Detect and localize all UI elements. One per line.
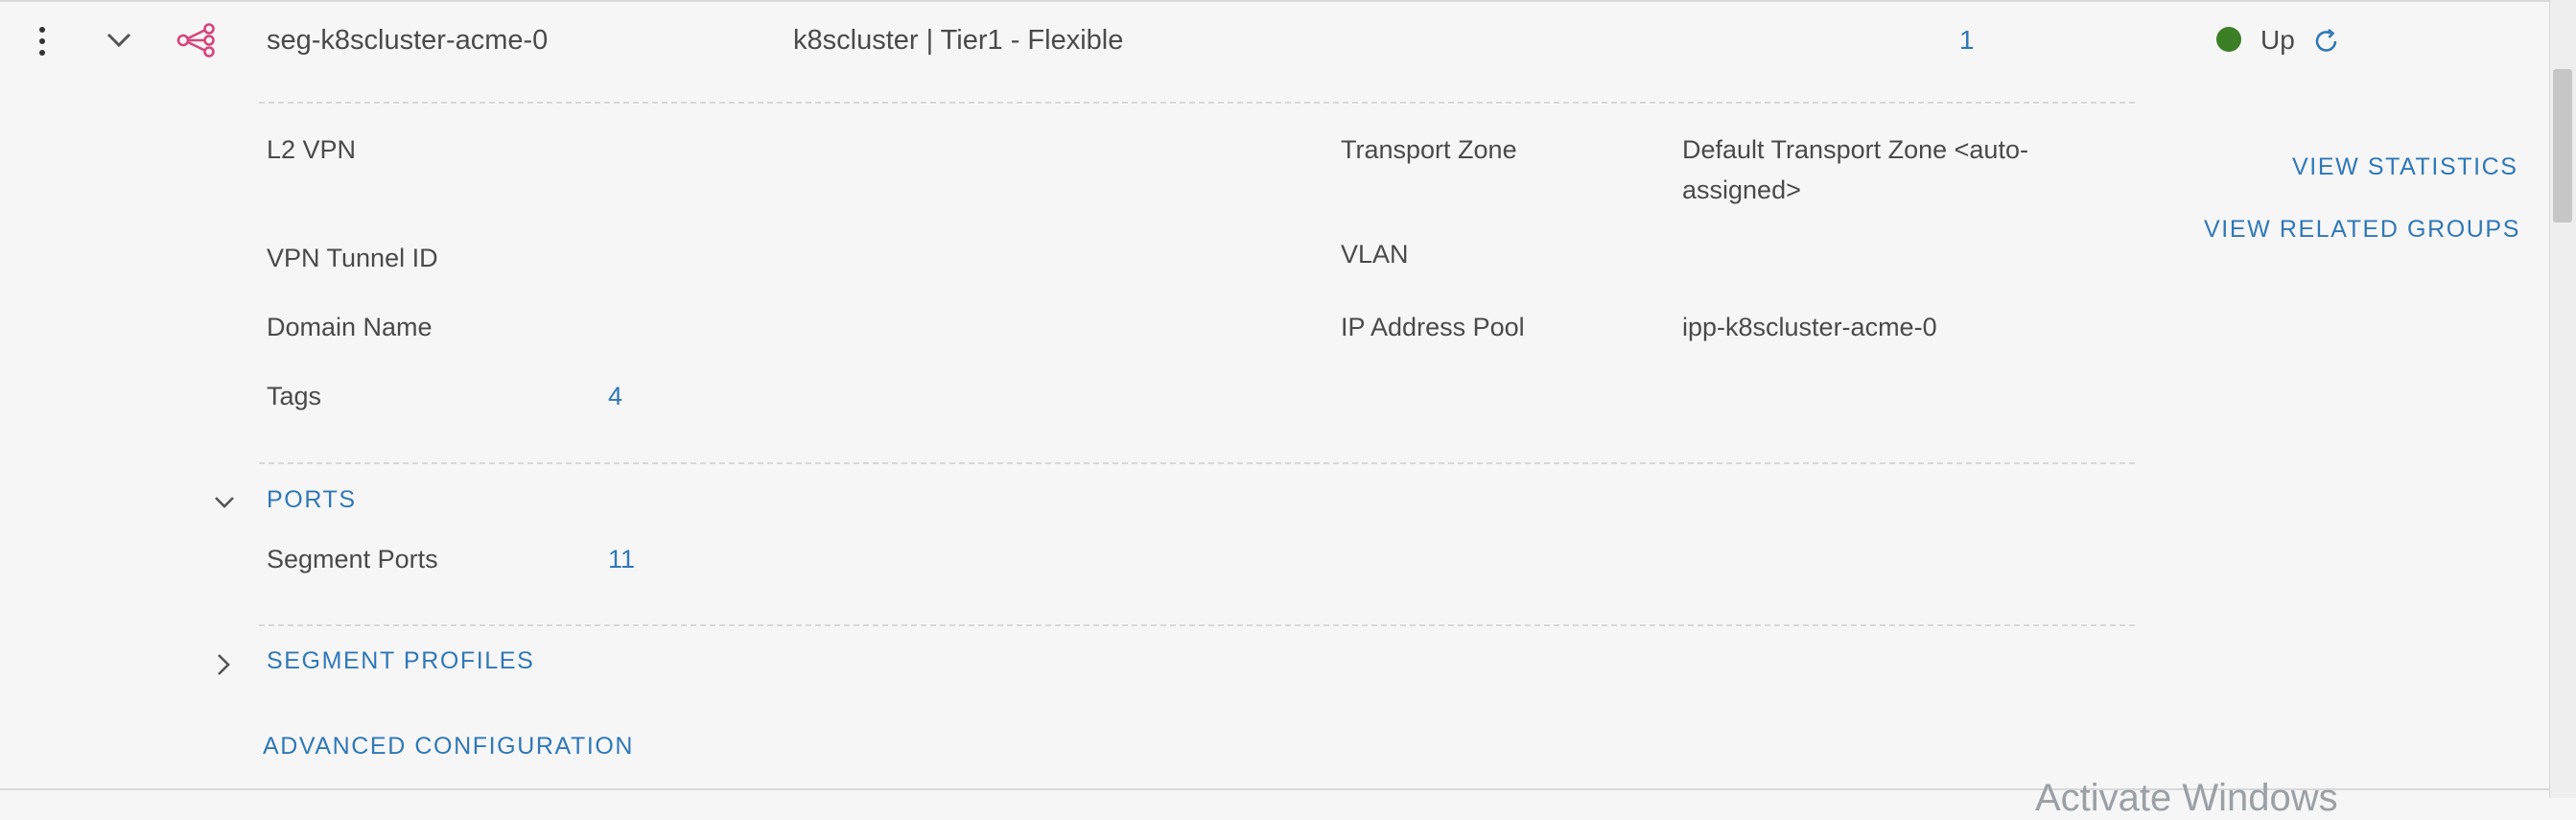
refresh-icon[interactable] [2312, 27, 2341, 56]
ports-count-link[interactable]: 1 [1959, 25, 1975, 56]
tags-label: Tags [267, 382, 322, 410]
segment-name[interactable]: seg-k8scluster-acme-0 [267, 25, 548, 57]
divider [259, 462, 2135, 464]
segment-profiles-section-title[interactable]: SEGMENT PROFILES [267, 647, 534, 675]
chevron-down-icon[interactable] [213, 494, 236, 511]
more-actions-icon[interactable] [39, 27, 45, 61]
transport-zone-label: Transport Zone [1341, 135, 1517, 164]
transport-zone-value-cont: assigned> [1682, 176, 1801, 204]
segment-ports-count-link[interactable]: 11 [608, 545, 635, 574]
segment-ports-label: Segment Ports [267, 545, 438, 574]
view-statistics-button[interactable]: VIEW STATISTICS [2292, 153, 2518, 181]
segment-icon [176, 23, 215, 58]
l2vpn-label: L2 VPN [267, 135, 357, 164]
status-label: Up [2260, 25, 2295, 55]
ip-address-pool-label: IP Address Pool [1341, 313, 1525, 341]
domain-name-label: Domain Name [267, 313, 433, 341]
connectivity-value: k8scluster | Tier1 - Flexible [793, 25, 1124, 56]
activate-windows-watermark: Activate Windows [2035, 777, 2338, 819]
view-related-groups-button[interactable]: VIEW RELATED GROUPS [2204, 216, 2520, 244]
vlan-label: VLAN [1341, 240, 1409, 269]
status-up-indicator [2216, 27, 2241, 52]
transport-zone-value: Default Transport Zone <auto- [1682, 135, 2028, 164]
tags-count-link[interactable]: 4 [608, 382, 622, 411]
chevron-down-icon[interactable] [105, 31, 132, 50]
ports-section-title[interactable]: PORTS [267, 486, 357, 514]
chevron-right-icon[interactable] [215, 652, 232, 677]
scrollbar-thumb[interactable] [2553, 69, 2572, 223]
divider [259, 624, 2135, 626]
vpn-tunnel-id-label: VPN Tunnel ID [267, 244, 438, 272]
advanced-configuration-link[interactable]: ADVANCED CONFIGURATION [263, 733, 634, 761]
ip-address-pool-value: ipp-k8scluster-acme-0 [1682, 313, 1937, 341]
divider [259, 102, 2135, 104]
